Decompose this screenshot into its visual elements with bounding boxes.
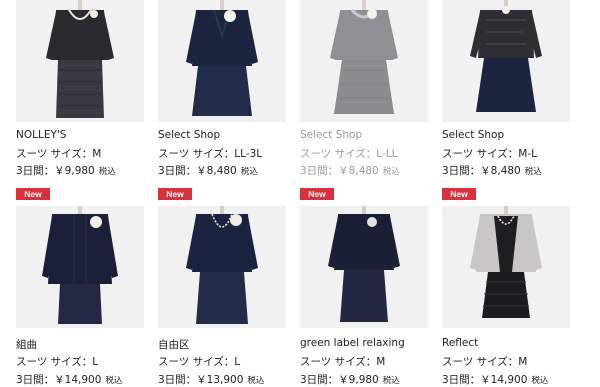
product-image[interactable] (158, 0, 286, 122)
product-brand[interactable]: Select Shop (300, 129, 362, 141)
product-price: 3日間：￥13,900 (158, 374, 244, 386)
product-price-line: 3日間：￥8,480 税込 (300, 163, 400, 178)
product-price-line: 3日間：￥13,900 税込 (158, 372, 264, 387)
product-price: 3日間：￥9,980 (16, 165, 95, 177)
product-image[interactable] (16, 206, 144, 328)
product-size: スーツ サイズ：LL-3L (158, 148, 263, 160)
product-price-line: 3日間：￥9,980 税込 (300, 372, 400, 387)
tax-label: 税込 (382, 167, 400, 177)
product-brand[interactable]: green label relaxing (300, 337, 405, 349)
grey-tweed-dress-suit-icon (330, 0, 398, 114)
product-image[interactable] (300, 206, 428, 328)
product-size: スーツ サイズ：M (16, 148, 102, 160)
navy-dress-suit-brooch-icon (328, 206, 400, 322)
new-badge: New (16, 188, 50, 200)
product-price-line: 3日間：￥9,980 税込 (16, 163, 116, 178)
tax-label: 税込 (247, 376, 265, 386)
tax-label: 税込 (531, 376, 549, 386)
product-size: スーツ サイズ：L (16, 356, 99, 368)
product-size: スーツ サイズ：L (158, 356, 241, 368)
product-size: スーツ サイズ：M (442, 356, 528, 368)
tax-label: 税込 (524, 167, 542, 177)
new-badge: New (300, 188, 334, 200)
new-badge: New (158, 188, 192, 200)
product-price: 3日間：￥14,900 (16, 374, 102, 386)
product-card-0[interactable]: NOLLEY'S スーツ サイズ：M 3日間：￥9,980 税込 (16, 0, 144, 186)
navy-dress-suit-corsage-icon (42, 206, 118, 324)
product-image[interactable] (158, 206, 286, 328)
product-card-4[interactable]: New 組曲 スーツ サイズ：L 3日間：￥14,900 税込 (16, 188, 144, 386)
new-badge: New (442, 188, 476, 200)
product-price: 3日間：￥8,480 (158, 165, 237, 177)
tweed-jacket-black-lace-dress-icon (470, 206, 542, 318)
product-price: 3日間：￥9,980 (300, 374, 379, 386)
black-tweed-jacket-navy-skirt-icon (470, 0, 542, 112)
product-size: スーツ サイズ：L-LL (300, 148, 398, 160)
navy-skirt-suit-corsage-icon (186, 0, 258, 116)
product-brand[interactable]: Reflect (442, 337, 478, 349)
product-card-6[interactable]: New green label relaxing スーツ サイズ：M 3日間：￥… (300, 188, 428, 386)
product-brand[interactable]: 組曲 (16, 337, 37, 352)
product-card-5[interactable]: New 自由区 スーツ サイズ：L 3日間：￥13,900 税込 (158, 188, 286, 386)
product-card-3[interactable]: Select Shop スーツ サイズ：M-L 3日間：￥8,480 税込 (442, 0, 570, 186)
tax-label: 税込 (240, 167, 258, 177)
product-size: スーツ サイズ：M-L (442, 148, 538, 160)
product-price: 3日間：￥14,900 (442, 374, 528, 386)
product-price: 3日間：￥8,480 (442, 165, 521, 177)
product-grid: NOLLEY'S スーツ サイズ：M 3日間：￥9,980 税込 Select S… (0, 0, 600, 386)
product-brand[interactable]: NOLLEY'S (16, 129, 66, 141)
product-price: 3日間：￥8,480 (300, 165, 379, 177)
product-card-2[interactable]: Select Shop スーツ サイズ：L-LL 3日間：￥8,480 税込 (300, 0, 428, 186)
product-price-line: 3日間：￥14,900 税込 (442, 372, 548, 387)
product-card-1[interactable]: Select Shop スーツ サイズ：LL-3L 3日間：￥8,480 税込 (158, 0, 286, 186)
product-image[interactable] (442, 0, 570, 122)
product-brand[interactable]: 自由区 (158, 337, 190, 352)
product-price-line: 3日間：￥8,480 税込 (442, 163, 542, 178)
tax-label: 税込 (382, 376, 400, 386)
product-brand[interactable]: Select Shop (442, 129, 504, 141)
product-image[interactable] (442, 206, 570, 328)
product-size: スーツ サイズ：M (300, 356, 386, 368)
product-image[interactable] (16, 0, 144, 122)
product-image[interactable] (300, 0, 428, 122)
navy-suit-pearl-necklace-icon (186, 206, 258, 324)
product-price-line: 3日間：￥14,900 税込 (16, 372, 122, 387)
product-brand[interactable]: Select Shop (158, 129, 220, 141)
product-price-line: 3日間：￥8,480 税込 (158, 163, 258, 178)
product-card-7[interactable]: New Reflect スーツ サイズ：M 3日間：￥14,900 税込 (442, 188, 570, 386)
black-tweed-skirt-suit-icon (46, 0, 114, 118)
tax-label: 税込 (105, 376, 123, 386)
tax-label: 税込 (98, 167, 116, 177)
